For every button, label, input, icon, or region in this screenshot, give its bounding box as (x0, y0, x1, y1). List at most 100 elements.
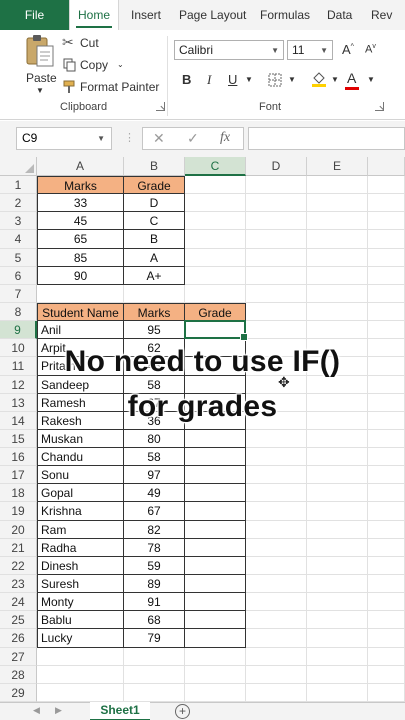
cut-button[interactable]: ✂ Cut (62, 34, 122, 52)
grid-cell[interactable] (185, 212, 246, 231)
student-name-cell[interactable]: Ram (37, 520, 124, 539)
student-name-cell[interactable]: Lucky (37, 629, 124, 648)
row-header-4[interactable]: 4 (0, 230, 37, 249)
row-header-29[interactable]: 29 (0, 683, 37, 702)
student-marks-cell[interactable]: 82 (124, 520, 185, 539)
student-marks-cell[interactable]: 58 (124, 448, 185, 467)
next-sheet-icon[interactable]: ▶ (55, 705, 62, 716)
student-name-cell[interactable]: Gopal (37, 484, 124, 503)
increase-font-size-icon[interactable]: A^ (342, 42, 354, 57)
add-sheet-icon[interactable]: + (175, 704, 190, 719)
grade-table-cell[interactable]: 85 (37, 248, 124, 267)
row-header-8[interactable]: 8 (0, 302, 37, 322)
copy-button[interactable]: Copy ⌄ (62, 56, 132, 74)
grid-cell[interactable] (37, 647, 124, 666)
grid-cell[interactable] (307, 302, 368, 322)
row-header-7[interactable]: 7 (0, 284, 37, 303)
grid-cell[interactable] (246, 230, 307, 249)
student-table-header[interactable]: Marks (124, 302, 185, 322)
student-grade-cell[interactable] (185, 593, 246, 612)
row-header-22[interactable]: 22 (0, 556, 37, 576)
student-grade-cell[interactable] (185, 502, 246, 521)
grid-cell[interactable] (246, 194, 307, 213)
student-marks-cell[interactable]: 80 (124, 429, 185, 449)
grid-cell[interactable] (246, 647, 307, 666)
grid-cell[interactable] (307, 466, 368, 485)
grid-cell[interactable] (124, 665, 185, 684)
grade-table-cell[interactable]: 65 (37, 230, 124, 249)
row-header-17[interactable]: 17 (0, 466, 37, 485)
grade-table-header[interactable]: Marks (37, 176, 124, 195)
grid-cell[interactable] (368, 665, 405, 684)
grid-cell[interactable] (368, 538, 405, 557)
grid-cell[interactable] (185, 284, 246, 303)
grid-cell[interactable] (307, 429, 368, 449)
bold-button[interactable]: B (182, 72, 191, 87)
grid-cell[interactable] (368, 248, 405, 267)
grid-cell[interactable] (368, 683, 405, 702)
grid-cell[interactable] (307, 502, 368, 521)
grid-cell[interactable] (185, 683, 246, 702)
font-size-select[interactable]: 11 ▼ (287, 40, 333, 60)
grid-cell[interactable] (246, 448, 307, 467)
grid-cell[interactable] (185, 665, 246, 684)
grid-cell[interactable] (368, 321, 405, 340)
font-name-select[interactable]: Calibri ▼ (174, 40, 284, 60)
student-grade-cell[interactable] (185, 429, 246, 449)
column-header-e[interactable]: E (307, 157, 368, 176)
grid-cell[interactable] (246, 302, 307, 322)
grid-cell[interactable] (246, 502, 307, 521)
student-marks-cell[interactable]: 97 (124, 466, 185, 485)
grade-table-cell[interactable]: 45 (37, 212, 124, 231)
row-header-20[interactable]: 20 (0, 520, 37, 539)
name-box[interactable]: C9 ▼ (16, 127, 112, 150)
grid-cell[interactable] (37, 665, 124, 684)
clipboard-launcher-icon[interactable] (156, 102, 165, 111)
student-name-cell[interactable]: Dinesh (37, 556, 124, 576)
grid-cell[interactable] (246, 484, 307, 503)
grid-cell[interactable] (307, 230, 368, 249)
grid-cell[interactable] (246, 575, 307, 594)
grid-cell[interactable] (368, 266, 405, 285)
borders-dropdown-icon[interactable]: ▼ (288, 75, 296, 84)
student-name-cell[interactable]: Sonu (37, 466, 124, 485)
tab-insert[interactable]: Insert (131, 0, 161, 30)
grid-cell[interactable] (185, 176, 246, 195)
grid-cell[interactable] (185, 230, 246, 249)
row-header-27[interactable]: 27 (0, 647, 37, 666)
student-name-cell[interactable]: Radha (37, 538, 124, 557)
grid-cell[interactable] (307, 321, 368, 340)
grade-table-header[interactable]: Grade (124, 176, 185, 195)
row-header-6[interactable]: 6 (0, 266, 37, 285)
grid-cell[interactable] (185, 194, 246, 213)
grid-cell[interactable] (307, 683, 368, 702)
grid-cell[interactable] (368, 647, 405, 666)
paste-dropdown-icon[interactable]: ▼ (36, 86, 44, 95)
student-grade-cell[interactable] (185, 448, 246, 467)
font-launcher-icon[interactable] (375, 102, 384, 111)
row-header-23[interactable]: 23 (0, 575, 37, 594)
grid-cell[interactable] (307, 647, 368, 666)
grid-cell[interactable] (368, 520, 405, 539)
row-header-3[interactable]: 3 (0, 212, 37, 231)
row-header-18[interactable]: 18 (0, 484, 37, 503)
grid-cell[interactable] (307, 176, 368, 195)
grid-cell[interactable] (307, 538, 368, 557)
student-grade-cell[interactable] (185, 611, 246, 630)
tab-data[interactable]: Data (327, 0, 352, 30)
row-header-15[interactable]: 15 (0, 429, 37, 449)
format-painter-button[interactable]: Format Painter (62, 78, 162, 96)
grade-table-cell[interactable]: 90 (37, 266, 124, 285)
column-header-d[interactable]: D (246, 157, 307, 176)
grid-cell[interactable] (37, 284, 124, 303)
row-header-19[interactable]: 19 (0, 502, 37, 521)
student-name-cell[interactable]: Chandu (37, 448, 124, 467)
grid-cell[interactable] (246, 212, 307, 231)
grid-cell[interactable] (368, 611, 405, 630)
grid-cell[interactable] (246, 284, 307, 303)
row-header-1[interactable]: 1 (0, 176, 37, 195)
formula-input[interactable] (248, 127, 405, 150)
student-marks-cell[interactable]: 91 (124, 593, 185, 612)
row-header-21[interactable]: 21 (0, 538, 37, 557)
student-name-cell[interactable]: Suresh (37, 575, 124, 594)
